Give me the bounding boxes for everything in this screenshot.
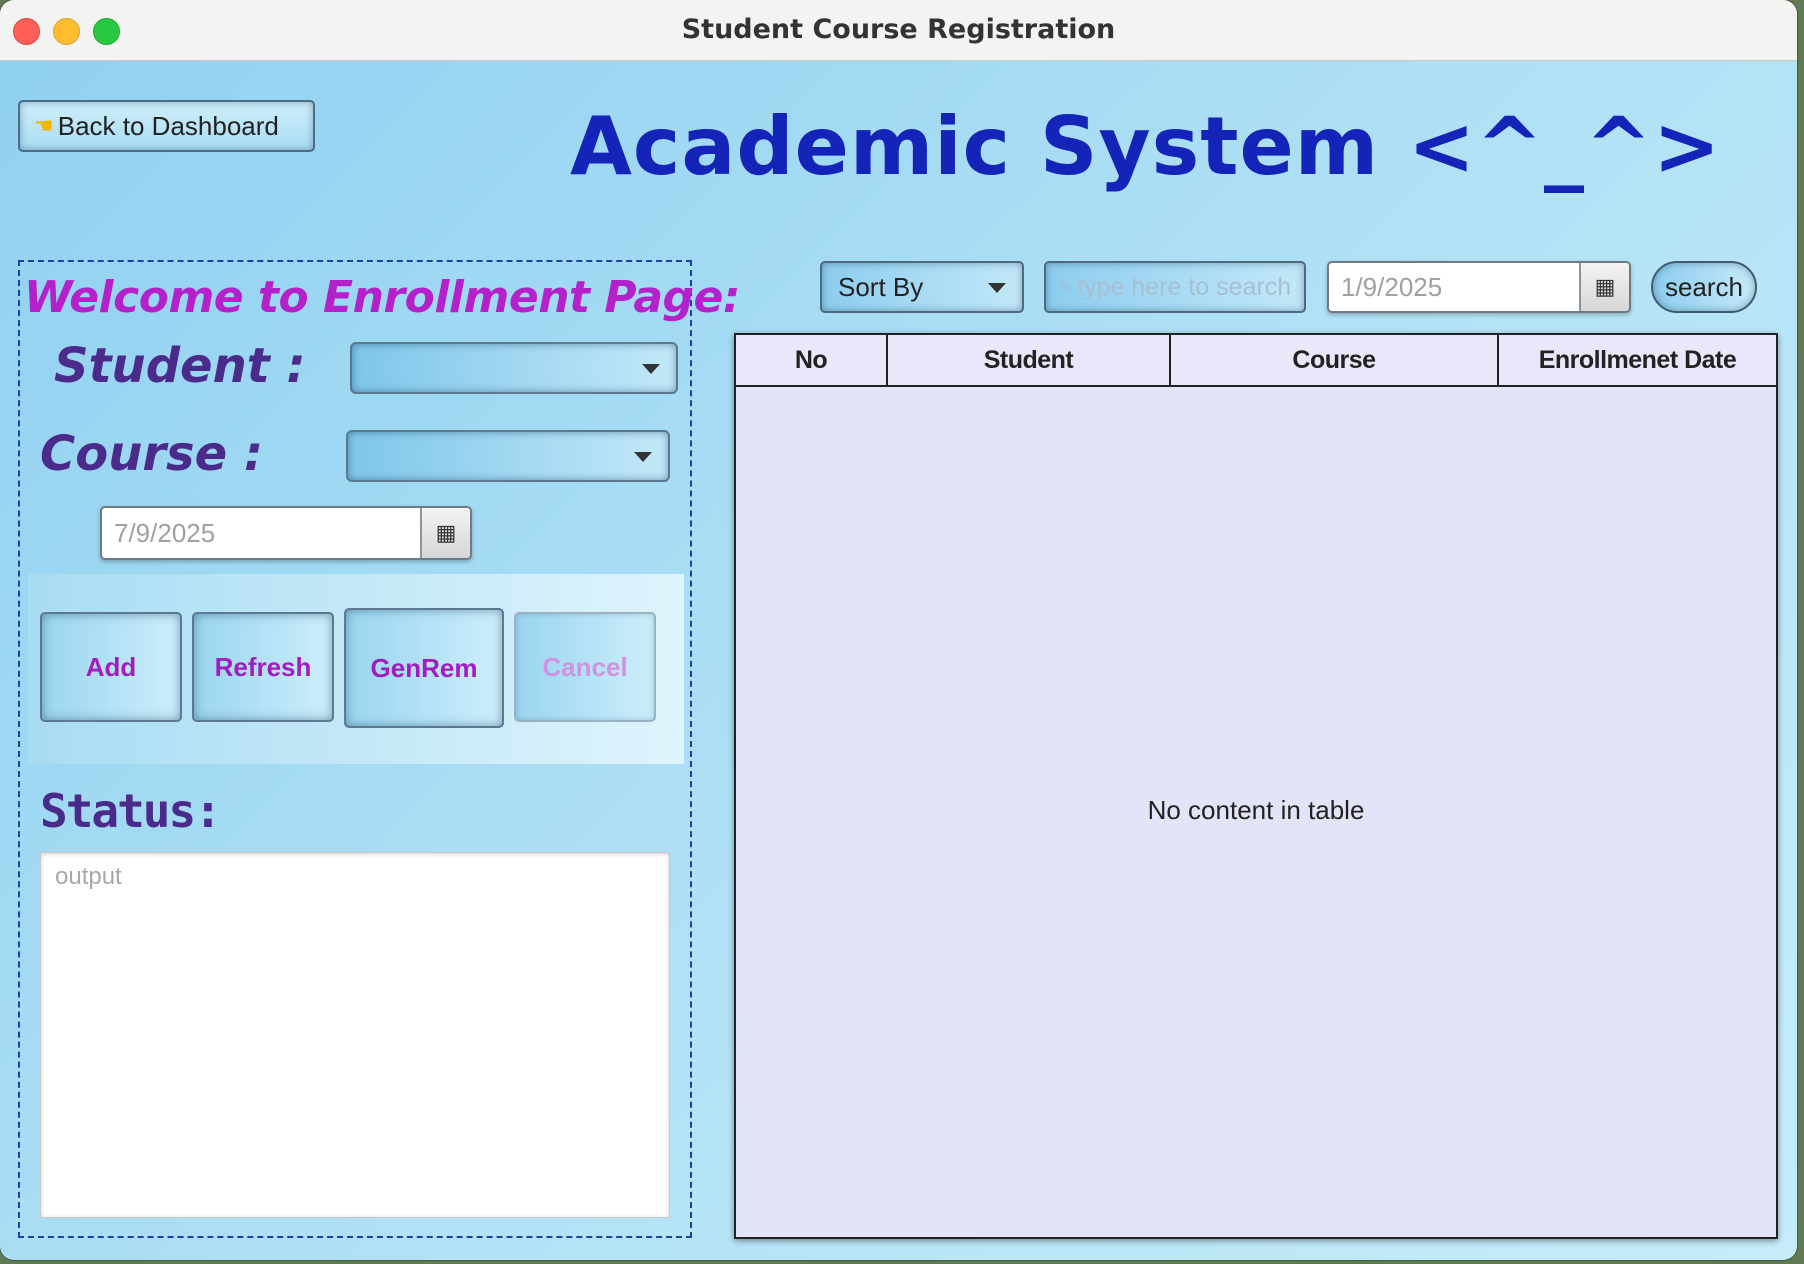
student-label: Student : [54, 338, 306, 394]
window-title: Student Course Registration [681, 14, 1116, 45]
action-button-bar: Add Refresh GenRem Cancel [28, 574, 684, 764]
back-button-label: Back to Dashboard [57, 110, 279, 141]
refresh-button[interactable]: Refresh [192, 612, 334, 722]
sort-by-label: Sort By [838, 272, 924, 302]
table-header: No Student Course Enrollmenet Date [736, 335, 1776, 387]
cancel-button[interactable]: Cancel [514, 612, 656, 722]
chevron-down-icon [634, 452, 652, 462]
search-field[interactable]: ✎ [1044, 261, 1306, 313]
enrollment-date-input[interactable] [102, 508, 420, 558]
search-button[interactable]: search [1651, 261, 1757, 313]
calendar-icon[interactable]: ▦ [420, 508, 470, 558]
title-bar: Student Course Registration [0, 0, 1797, 61]
column-header-course[interactable]: Course [1171, 335, 1499, 385]
status-label: Status: [40, 784, 222, 838]
pointing-hand-icon: ☚ [34, 113, 54, 138]
student-select[interactable] [350, 342, 678, 394]
app-title: Academic System <^_^> [570, 100, 1722, 193]
app-window: Student Course Registration ☚ Back to Da… [0, 0, 1797, 1260]
search-date-picker[interactable]: ▦ [1327, 261, 1631, 313]
column-header-no[interactable]: No [736, 335, 888, 385]
genrem-button[interactable]: GenRem [344, 608, 504, 728]
course-label: Course : [40, 426, 264, 482]
calendar-icon[interactable]: ▦ [1579, 263, 1629, 311]
status-output[interactable] [41, 853, 669, 1217]
search-date-input[interactable] [1329, 263, 1579, 311]
enrollment-table[interactable]: No Student Course Enrollmenet Date No co… [734, 333, 1778, 1239]
column-header-student[interactable]: Student [888, 335, 1171, 385]
chevron-down-icon [988, 283, 1006, 293]
status-output-box[interactable] [40, 852, 670, 1218]
welcome-heading: Welcome to Enrollment Page: [24, 272, 740, 323]
course-select[interactable] [346, 430, 670, 482]
enrollment-date-picker[interactable]: ▦ [100, 506, 472, 560]
column-header-enrollment-date[interactable]: Enrollmenet Date [1499, 335, 1776, 385]
table-empty-message: No content in table [1147, 795, 1365, 825]
search-input[interactable] [1075, 271, 1300, 303]
sort-by-select[interactable]: Sort By [820, 261, 1024, 313]
chevron-down-icon [642, 364, 660, 374]
back-to-dashboard-button[interactable]: ☚ Back to Dashboard [18, 100, 315, 152]
add-button[interactable]: Add [40, 612, 182, 722]
pencil-icon: ✎ [1058, 276, 1074, 297]
enrollment-form-panel: Welcome to Enrollment Page: Student : Co… [18, 260, 740, 1238]
